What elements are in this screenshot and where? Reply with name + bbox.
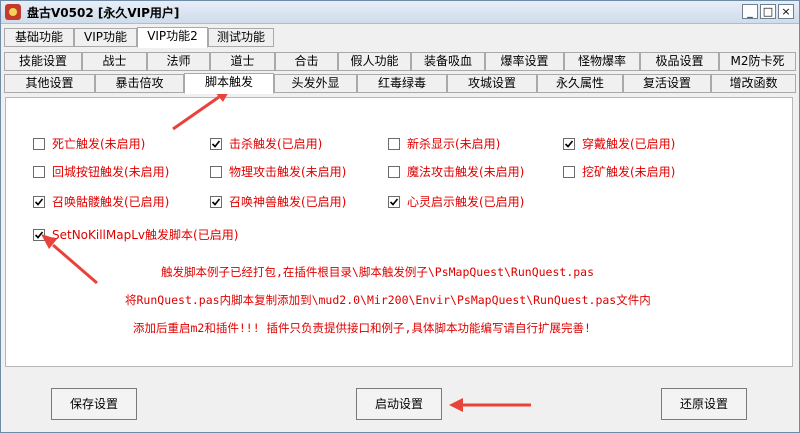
checkbox-label: 击杀触发(已启用) bbox=[229, 137, 323, 151]
checkbox-label: 召唤神兽触发(已启用) bbox=[229, 195, 347, 209]
checkbox-label: 心灵启示触发(已启用) bbox=[407, 195, 525, 209]
tab-other-settings[interactable]: 其他设置 bbox=[4, 74, 95, 93]
tab-monster-drop[interactable]: 怪物爆率 bbox=[564, 52, 640, 71]
tab-basic[interactable]: 基础功能 bbox=[4, 28, 74, 47]
tab-vip[interactable]: VIP功能 bbox=[74, 28, 137, 47]
tab-warrior[interactable]: 战士 bbox=[82, 52, 147, 71]
check-icon bbox=[34, 198, 44, 206]
checkbox-box[interactable] bbox=[388, 166, 400, 178]
tab-script-trigger[interactable]: 脚本触发 bbox=[184, 73, 274, 94]
tab-crit-multiplier[interactable]: 暴击倍攻 bbox=[95, 74, 184, 93]
tab-m2-anti-freeze[interactable]: M2防卡死 bbox=[719, 52, 796, 71]
checkbox-box[interactable] bbox=[33, 166, 45, 178]
info-note-2: 将RunQuest.pas内脚本复制添加到\mud2.0\Mir200\Envi… bbox=[125, 293, 651, 307]
checkbox-label: 新杀显示(未启用) bbox=[407, 137, 501, 151]
arrow-to-start-button-icon bbox=[449, 398, 531, 412]
info-note-1: 触发脚本例子已经打包,在插件根目录\脚本触发例子\PsMapQuest\RunQ… bbox=[161, 265, 595, 279]
check-icon bbox=[211, 198, 221, 206]
minimize-button[interactable]: _ bbox=[742, 4, 758, 19]
maximize-button[interactable]: □ bbox=[760, 4, 776, 19]
tab-siege-settings[interactable]: 攻城设置 bbox=[447, 74, 537, 93]
checkbox-box[interactable] bbox=[210, 138, 222, 150]
tab-add-modify-functions[interactable]: 增改函数 bbox=[711, 74, 796, 93]
tab-vip2[interactable]: VIP功能2 bbox=[137, 27, 208, 48]
tab-premium[interactable]: 极品设置 bbox=[640, 52, 719, 71]
checkbox-label: 物理攻击触发(未启用) bbox=[229, 165, 347, 179]
tab-test[interactable]: 测试功能 bbox=[208, 28, 274, 47]
info-note-3: 添加后重启m2和插件!!! 插件只负责提供接口和例子,具体脚本功能编写请自行扩展… bbox=[133, 321, 591, 335]
checkbox-label: 挖矿触发(未启用) bbox=[582, 165, 676, 179]
check-icon bbox=[564, 140, 574, 148]
tab-revive-settings[interactable]: 复活设置 bbox=[623, 74, 711, 93]
check-icon bbox=[389, 198, 399, 206]
script-trigger-panel: 死亡触发(未启用) 击杀触发(已启用) 新杀显示(未启用) 穿戴触发(已启用) … bbox=[5, 97, 793, 367]
tab-mage[interactable]: 法师 bbox=[147, 52, 210, 71]
restore-settings-button[interactable]: 还原设置 bbox=[661, 388, 747, 420]
tab-taoist[interactable]: 道士 bbox=[210, 52, 275, 71]
checkbox-box[interactable] bbox=[388, 196, 400, 208]
checkbox-box[interactable] bbox=[210, 166, 222, 178]
check-icon bbox=[211, 140, 221, 148]
checkbox-box[interactable] bbox=[33, 229, 45, 241]
tab-drop-rate[interactable]: 爆率设置 bbox=[485, 52, 564, 71]
checkbox-box[interactable] bbox=[33, 196, 45, 208]
tab-skill-settings[interactable]: 技能设置 bbox=[4, 52, 82, 71]
checkbox-label: 穿戴触发(已启用) bbox=[582, 137, 676, 151]
app-window: 盘古V0502 [永久VIP用户] _ □ × 基础功能 VIP功能 VIP功能… bbox=[0, 0, 800, 433]
tab-equip-lifesteal[interactable]: 装备吸血 bbox=[411, 52, 485, 71]
tab-hair-display[interactable]: 头发外显 bbox=[274, 74, 357, 93]
app-logo-icon bbox=[5, 4, 21, 20]
checkbox-label: 魔法攻击触发(未启用) bbox=[407, 165, 525, 179]
checkbox-box[interactable] bbox=[388, 138, 400, 150]
checkbox-box[interactable] bbox=[210, 196, 222, 208]
checkbox-label: 回城按钮触发(未启用) bbox=[52, 165, 170, 179]
checkbox-box[interactable] bbox=[563, 166, 575, 178]
checkbox-label: 死亡触发(未启用) bbox=[52, 137, 146, 151]
checkbox-label: SetNoKillMapLv触发脚本(已启用) bbox=[52, 228, 239, 242]
checkbox-box[interactable] bbox=[563, 138, 575, 150]
window-title: 盘古V0502 [永久VIP用户] bbox=[27, 6, 180, 20]
save-settings-button[interactable]: 保存设置 bbox=[51, 388, 137, 420]
tab-fake-player[interactable]: 假人功能 bbox=[338, 52, 411, 71]
close-button[interactable]: × bbox=[778, 4, 794, 19]
tab-permanent-attrs[interactable]: 永久属性 bbox=[537, 74, 623, 93]
check-icon bbox=[34, 231, 44, 239]
start-settings-button[interactable]: 启动设置 bbox=[356, 388, 442, 420]
checkbox-box[interactable] bbox=[33, 138, 45, 150]
tab-combo[interactable]: 合击 bbox=[275, 52, 338, 71]
title-bar[interactable]: 盘古V0502 [永久VIP用户] _ □ × bbox=[1, 1, 799, 24]
checkbox-label: 召唤骷髅触发(已启用) bbox=[52, 195, 170, 209]
tab-red-green-poison[interactable]: 红毒绿毒 bbox=[357, 74, 447, 93]
